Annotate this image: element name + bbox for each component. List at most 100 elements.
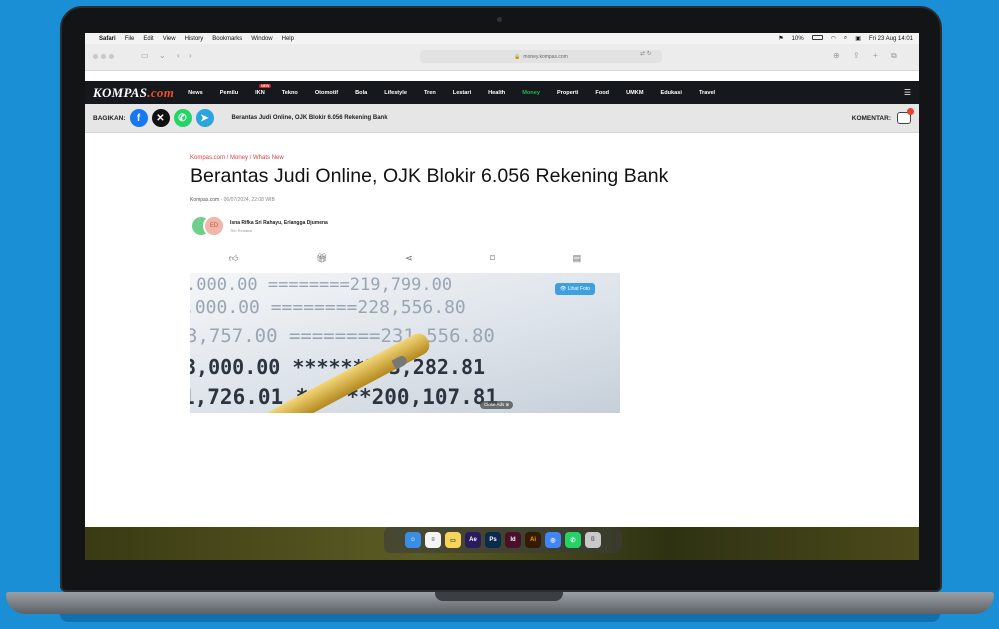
lock-icon: 🔒 — [514, 53, 521, 60]
new-tab-icon[interactable]: + — [873, 51, 878, 60]
article-meta: Kompas.com - 06/07/2024, 22:08 WIB — [190, 197, 710, 203]
article-title: Berantas Judi Online, OJK Blokir 6.056 R… — [190, 165, 669, 187]
laptop-notch — [435, 592, 563, 601]
comment-button[interactable]: KOMENTAR: — [851, 108, 914, 124]
notes-icon[interactable]: ≡ — [425, 532, 441, 548]
nav-ikn[interactable]: IKN NEW — [255, 83, 272, 96]
control-center-icon[interactable]: ▣ — [855, 35, 861, 42]
trash-icon[interactable]: ⌷ — [585, 532, 601, 548]
comment-label: KOMENTAR: — [851, 114, 891, 122]
nav-edukasi[interactable]: Edukasi — [660, 90, 681, 96]
share-icon[interactable]: ⇪ — [853, 51, 860, 60]
battery-icon[interactable] — [811, 35, 823, 41]
share-bar-title: Berantas Judi Online, OJK Blokir 6.056 R… — [231, 115, 388, 121]
camera — [497, 17, 502, 22]
illustrator-icon[interactable]: Ai — [525, 532, 541, 548]
article-photo[interactable]: .000.00 ========219,799.00 .000.00 =====… — [190, 273, 620, 413]
menu-edit[interactable]: Edit — [143, 36, 153, 42]
notification-dot — [907, 108, 914, 115]
nav-health[interactable]: Health — [488, 90, 505, 96]
nav-properti[interactable]: Properti — [557, 90, 578, 96]
article-date: - 06/07/2024, 22:08 WIB — [219, 197, 275, 203]
download-icon[interactable]: ⊕ — [833, 51, 840, 60]
article: Kompas.com / Money / Whats New Berantas … — [190, 155, 710, 413]
bookmark-icon[interactable]: ⌑ — [490, 253, 495, 264]
see-photo-button[interactable]: 👁︎ Lihat Foto — [555, 283, 595, 295]
translate-icon[interactable]: ⇄ ↻ — [640, 50, 652, 57]
back-icon[interactable]: ‹ — [177, 51, 180, 60]
ledger-line: .000.00 ========219,799.00 — [190, 275, 453, 295]
minimize-window-button[interactable] — [101, 54, 106, 59]
menu-help[interactable]: Help — [282, 36, 294, 42]
tab-overview-icon[interactable]: ⧉ — [891, 51, 897, 61]
author-role: Tim Redaksi — [230, 227, 253, 233]
share-icon[interactable]: ⋖ — [405, 253, 413, 264]
whatsapp-icon[interactable]: ✆ — [565, 532, 581, 548]
new-badge: NEW — [259, 83, 272, 88]
finder-icon[interactable]: ☺ — [405, 532, 421, 548]
address-bar[interactable]: 🔒 money.kompas.com — [420, 50, 662, 63]
eye-icon: 👁︎ — [560, 286, 568, 292]
laptop-shadow — [60, 614, 940, 622]
close-ad-button[interactable]: Close Ads ⊗ — [480, 401, 514, 409]
site-navbar: KOMPAS.com News Pemilu IKN NEW Tekno Otom… — [85, 81, 919, 104]
site-logo[interactable]: KOMPAS.com — [93, 85, 174, 101]
search-icon[interactable]: ⌕ — [844, 35, 847, 42]
x-share-icon[interactable]: ✕ — [151, 109, 170, 127]
whatsapp-share-icon[interactable]: ✆ — [173, 109, 192, 127]
nav-otomotif[interactable]: Otomotif — [315, 90, 338, 96]
browser-toolbar: ▭ ⌄ ‹ › 🔒 money.kompas.com ⇄ ↻ ⊕ ⇪ + ⧉ — [85, 44, 919, 71]
hamburger-menu-icon[interactable]: ☰ — [904, 88, 911, 97]
article-actions: 👍︎ 🎁︎ ⋖ ⌑ ▤ — [190, 253, 620, 264]
chevron-down-icon[interactable]: ⌄ — [159, 51, 166, 60]
nav-news[interactable]: News — [188, 90, 203, 96]
menu-history[interactable]: History — [185, 36, 204, 42]
menubar-clock[interactable]: Fri 23 Aug 14:01 — [869, 36, 913, 42]
ledger-line: .000.00 ========228,556.80 — [190, 297, 466, 318]
zoom-window-button[interactable] — [109, 54, 114, 59]
battery-percent: 10% — [791, 35, 804, 42]
share-label: BAGIKAN: — [93, 114, 126, 122]
close-window-button[interactable] — [93, 54, 98, 59]
author-block: ED Isna Rifka Sri Rahayu, Erlangga Djume… — [190, 215, 710, 237]
wifi-icon[interactable]: ◠ — [831, 35, 836, 42]
nav-tren[interactable]: Tren — [424, 90, 436, 96]
menu-window[interactable]: Window — [251, 36, 272, 42]
indesign-icon[interactable]: Id — [505, 532, 521, 548]
nav-travel[interactable]: Travel — [699, 90, 715, 96]
share-bar: BAGIKAN: f ✕ ✆ ➤ Berantas Judi Online, O… — [85, 104, 919, 133]
facebook-share-icon[interactable]: f — [129, 109, 148, 127]
nav-lifestyle[interactable]: Lifestyle — [384, 90, 407, 96]
status-app-icon[interactable]: ⚑ — [778, 35, 783, 42]
sidebar-toggle-icon[interactable]: ▭ — [141, 51, 149, 60]
like-icon[interactable]: 👍︎ — [229, 253, 238, 264]
menu-app-name[interactable]: Safari — [99, 36, 116, 42]
breadcrumb[interactable]: Kompas.com / Money / Whats New — [190, 155, 710, 161]
nav-food[interactable]: Food — [595, 90, 609, 96]
chrome-icon[interactable]: ◎ — [545, 532, 561, 548]
window-controls — [93, 54, 117, 59]
gift-icon[interactable]: 🎁︎ — [316, 253, 327, 264]
comment-icon[interactable]: ▤ — [573, 253, 582, 264]
menu-file[interactable]: File — [125, 36, 135, 42]
nav-lestari[interactable]: Lestari — [453, 90, 471, 96]
nav-pemilu[interactable]: Pemilu — [220, 90, 238, 96]
after-effects-icon[interactable]: Ae — [465, 532, 481, 548]
article-source[interactable]: Kompas.com — [190, 197, 219, 203]
nav-bola[interactable]: Bola — [355, 90, 367, 96]
nav-tekno[interactable]: Tekno — [282, 90, 298, 96]
author-names[interactable]: Isna Rifka Sri Rahayu, Erlangga Djumena — [230, 220, 328, 226]
telegram-share-icon[interactable]: ➤ — [195, 109, 214, 127]
dock: ☺ ≡ ▭ Ae Ps Id Ai ◎ ✆ ⌷ — [384, 527, 622, 553]
forward-icon[interactable]: › — [189, 51, 192, 60]
nav-umkm[interactable]: UMKM — [626, 90, 643, 96]
close-icon: ⊗ — [505, 402, 510, 407]
stickies-icon[interactable]: ▭ — [445, 532, 461, 548]
photoshop-icon[interactable]: Ps — [485, 532, 501, 548]
menu-bookmarks[interactable]: Bookmarks — [212, 36, 242, 42]
nav-money[interactable]: Money — [522, 90, 540, 96]
address-text: money.kompas.com — [523, 53, 568, 60]
screen: Safari File Edit View History Bookmarks … — [85, 33, 919, 560]
avatar[interactable]: ED — [203, 215, 225, 237]
menu-view[interactable]: View — [163, 36, 176, 42]
